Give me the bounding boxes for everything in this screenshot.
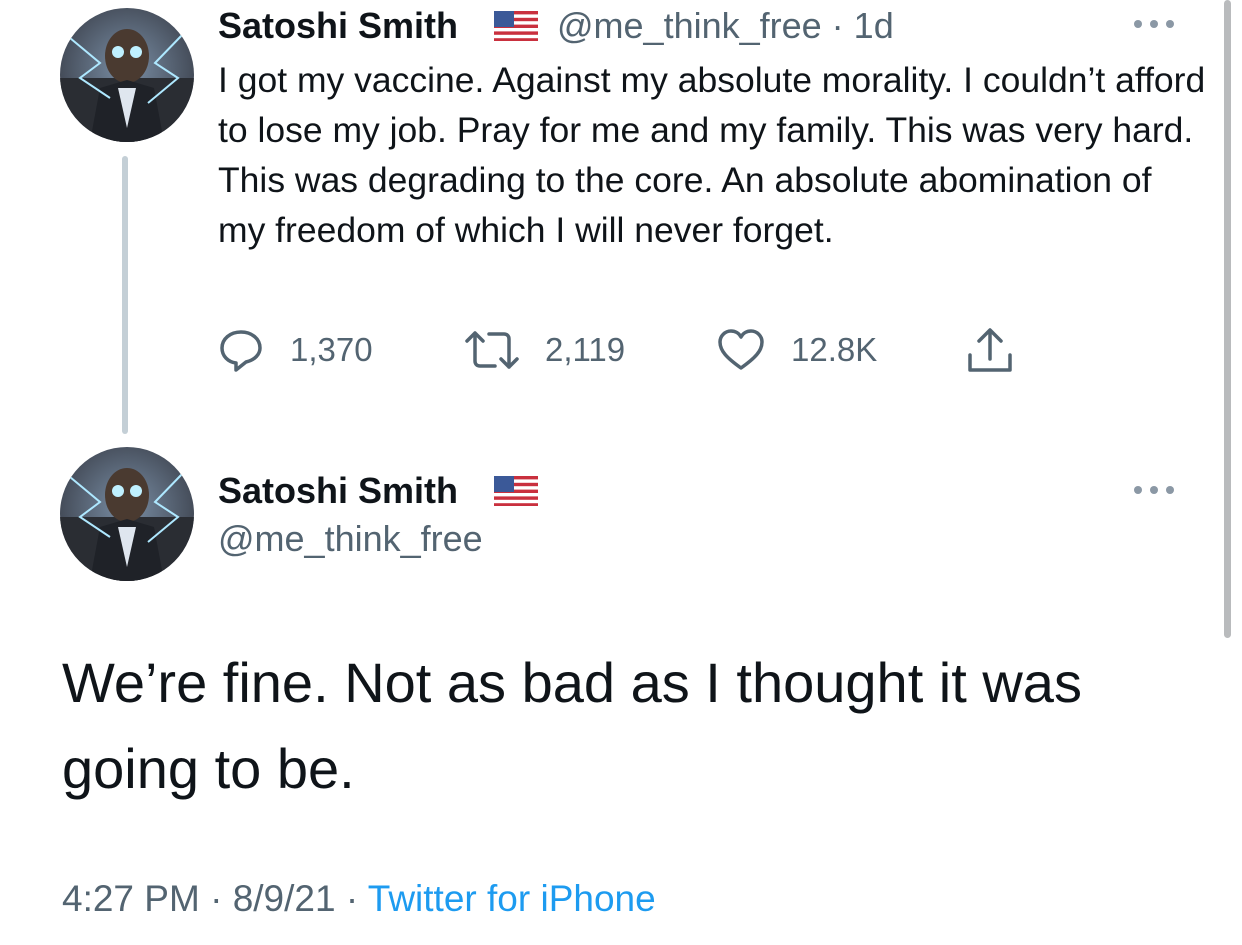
handle-and-timestamp[interactable]: @me_think_free · 1d bbox=[557, 5, 894, 47]
us-flag-icon bbox=[494, 476, 538, 506]
author-name[interactable]: Satoshi Smith bbox=[218, 470, 458, 512]
tweet-source-link[interactable]: Twitter for iPhone bbox=[368, 878, 656, 919]
tweet-meta: 4:27 PM · 8/9/21 · Twitter for iPhone bbox=[62, 878, 656, 920]
retweet-icon bbox=[465, 331, 519, 369]
like-button[interactable]: 12.8K bbox=[717, 326, 877, 374]
tweet-date[interactable]: 8/9/21 bbox=[233, 878, 336, 919]
retweet-count: 2,119 bbox=[545, 331, 626, 368]
like-count: 12.8K bbox=[791, 331, 878, 368]
avatar[interactable] bbox=[60, 8, 194, 142]
avatar[interactable] bbox=[60, 447, 194, 581]
author-name[interactable]: Satoshi Smith bbox=[218, 5, 458, 47]
tweet-text: I got my vaccine. Against my absolute mo… bbox=[218, 60, 1206, 250]
thread-connector-line bbox=[122, 156, 128, 434]
scrollbar[interactable] bbox=[1224, 0, 1231, 638]
tweet-text: We’re fine. Not as bad as I thought it w… bbox=[62, 651, 1082, 800]
handle[interactable]: @me_think_free bbox=[218, 518, 483, 560]
retweet-button[interactable]: 2,119 bbox=[463, 326, 625, 374]
reply-icon bbox=[220, 330, 262, 372]
reply-count: 1,370 bbox=[290, 331, 373, 368]
share-icon bbox=[968, 328, 1012, 372]
more-options-icon[interactable] bbox=[1132, 18, 1176, 30]
more-options-icon[interactable] bbox=[1132, 484, 1176, 496]
us-flag-icon bbox=[494, 11, 538, 41]
share-button[interactable] bbox=[966, 326, 1014, 374]
reply-button[interactable]: 1,370 bbox=[218, 326, 373, 374]
meta-separator: · bbox=[199, 878, 233, 919]
meta-separator: · bbox=[335, 878, 368, 919]
tweet-time[interactable]: 4:27 PM bbox=[62, 878, 200, 919]
heart-icon bbox=[718, 329, 764, 370]
